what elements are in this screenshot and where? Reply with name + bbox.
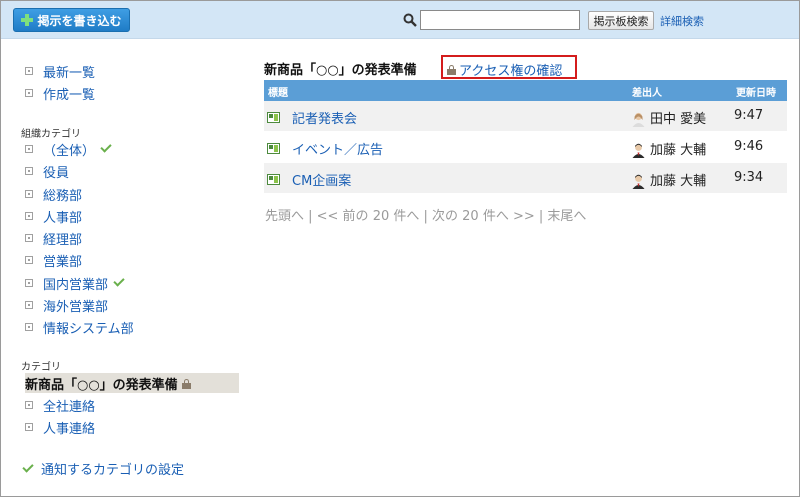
sidebar-item-label: 人事部 bbox=[43, 210, 83, 226]
updated-time: 9:47 bbox=[734, 108, 764, 123]
sidebar-item-company-notices[interactable]: 全社連絡 bbox=[25, 395, 95, 415]
sidebar-item-all[interactable]: （全体） bbox=[25, 139, 112, 159]
column-header-subject[interactable]: 標題 bbox=[268, 84, 288, 99]
updated-time: 9:34 bbox=[734, 170, 764, 185]
sidebar-item-accounting[interactable]: 経理部 bbox=[25, 228, 82, 248]
male-avatar-icon bbox=[632, 174, 645, 189]
notify-settings-label: 通知するカテゴリの設定 bbox=[41, 463, 185, 478]
sidebar-item-label: 人事連絡 bbox=[43, 421, 96, 437]
sidebar-item-label: 全社連絡 bbox=[43, 399, 96, 415]
sidebar-item-label: 海外営業部 bbox=[43, 299, 109, 315]
lock-icon bbox=[181, 378, 191, 389]
sidebar-item-hr-notices[interactable]: 人事連絡 bbox=[25, 417, 95, 437]
bullet-icon bbox=[25, 167, 33, 175]
search-icon bbox=[403, 13, 417, 27]
bullet-icon bbox=[25, 256, 33, 264]
message-icon bbox=[267, 143, 280, 154]
sidebar-item-label: 作成一覧 bbox=[43, 87, 96, 103]
message-table: 標題 差出人 更新日時 記者発表会 田中 愛美 9:47 イベント／広告 加藤 … bbox=[264, 80, 787, 194]
table-row[interactable]: 記者発表会 田中 愛美 9:47 bbox=[264, 101, 787, 132]
female-avatar-icon bbox=[632, 112, 645, 127]
sidebar-item-label: 情報システム部 bbox=[43, 321, 134, 337]
board-search-button[interactable]: 掲示板検索 bbox=[588, 11, 654, 30]
message-icon bbox=[267, 174, 280, 185]
check-icon bbox=[113, 275, 125, 287]
message-icon bbox=[267, 112, 280, 123]
sender-name: 田中 愛美 bbox=[650, 112, 707, 127]
notify-settings-link[interactable]: 通知するカテゴリの設定 bbox=[21, 459, 184, 478]
table-header: 標題 差出人 更新日時 bbox=[264, 80, 787, 101]
sidebar-item-label: 総務部 bbox=[43, 188, 83, 204]
updated-time: 9:46 bbox=[734, 139, 764, 154]
bullet-icon bbox=[25, 89, 33, 97]
bullet-icon bbox=[25, 279, 33, 287]
message-subject-link[interactable]: イベント／広告 bbox=[292, 139, 383, 158]
male-avatar-icon bbox=[632, 143, 645, 158]
bullet-icon bbox=[25, 323, 33, 331]
column-header-sender[interactable]: 差出人 bbox=[632, 84, 662, 99]
search-input[interactable] bbox=[420, 10, 580, 30]
table-row[interactable]: イベント／広告 加藤 大輔 9:46 bbox=[264, 132, 787, 163]
category-heading: カテゴリ bbox=[21, 362, 61, 373]
sidebar-item-label: 営業部 bbox=[43, 254, 83, 270]
lock-icon bbox=[447, 65, 456, 75]
sender-name: 加藤 大輔 bbox=[650, 174, 707, 189]
access-rights-link[interactable]: アクセス権の確認 bbox=[447, 60, 562, 79]
bullet-icon bbox=[25, 145, 33, 153]
bullet-icon bbox=[25, 423, 33, 431]
message-subject-link[interactable]: CM企画案 bbox=[292, 170, 351, 189]
sidebar-item-overseas-sales[interactable]: 海外営業部 bbox=[25, 295, 108, 315]
bullet-icon bbox=[25, 67, 33, 75]
post-message-label: 掲示を書き込む bbox=[37, 13, 122, 28]
sidebar-item-executives[interactable]: 役員 bbox=[25, 161, 69, 181]
sidebar-item-current-category[interactable]: 新商品「○○」の発表準備 bbox=[25, 373, 239, 393]
sidebar-item-latest[interactable]: 最新一覧 bbox=[25, 61, 95, 81]
sidebar-item-hr[interactable]: 人事部 bbox=[25, 206, 82, 226]
advanced-search-link[interactable]: 詳細検索 bbox=[660, 13, 704, 29]
table-row[interactable]: CM企画案 加藤 大輔 9:34 bbox=[264, 163, 787, 194]
toolbar: 掲示を書き込む 掲示板検索 詳細検索 bbox=[1, 1, 799, 39]
plus-icon bbox=[21, 14, 34, 26]
sidebar-item-it[interactable]: 情報システム部 bbox=[25, 317, 134, 337]
column-header-updated[interactable]: 更新日時 bbox=[736, 84, 776, 99]
bullet-icon bbox=[25, 190, 33, 198]
bullet-icon bbox=[25, 301, 33, 309]
pagination: 先頭へ | << 前の 20 件へ | 次の 20 件へ >> | 末尾へ bbox=[265, 209, 587, 224]
check-icon bbox=[100, 141, 112, 153]
org-category-heading: 組織カテゴリ bbox=[21, 129, 81, 140]
sidebar-item-label: （全体） bbox=[43, 143, 96, 159]
message-subject-link[interactable]: 記者発表会 bbox=[292, 108, 357, 127]
sidebar-item-label: 国内営業部 bbox=[43, 277, 109, 293]
sidebar-item-label: 経理部 bbox=[43, 232, 83, 248]
sidebar-item-label: 役員 bbox=[43, 165, 70, 181]
sidebar-item-general-affairs[interactable]: 総務部 bbox=[25, 184, 82, 204]
app-frame: 掲示を書き込む 掲示板検索 詳細検索 最新一覧 作成一覧 組織カテゴリ （全体）… bbox=[0, 0, 800, 497]
page-title: 新商品「○○」の発表準備 bbox=[264, 63, 417, 78]
sidebar-item-label: 最新一覧 bbox=[43, 65, 96, 81]
sidebar-item-domestic-sales[interactable]: 国内営業部 bbox=[25, 273, 125, 293]
bullet-icon bbox=[25, 401, 33, 409]
sender-name: 加藤 大輔 bbox=[650, 143, 707, 158]
sidebar-item-label: 新商品「○○」の発表準備 bbox=[25, 377, 178, 393]
sidebar-item-created[interactable]: 作成一覧 bbox=[25, 83, 95, 103]
access-rights-label: アクセス権の確認 bbox=[459, 64, 563, 79]
check-icon bbox=[22, 460, 34, 473]
bullet-icon bbox=[25, 234, 33, 242]
sidebar: 最新一覧 作成一覧 組織カテゴリ （全体） 役員 総務部 人事部 経理部 営業部… bbox=[1, 39, 251, 496]
post-message-button[interactable]: 掲示を書き込む bbox=[13, 8, 130, 32]
sidebar-item-sales[interactable]: 営業部 bbox=[25, 250, 82, 270]
bullet-icon bbox=[25, 212, 33, 220]
